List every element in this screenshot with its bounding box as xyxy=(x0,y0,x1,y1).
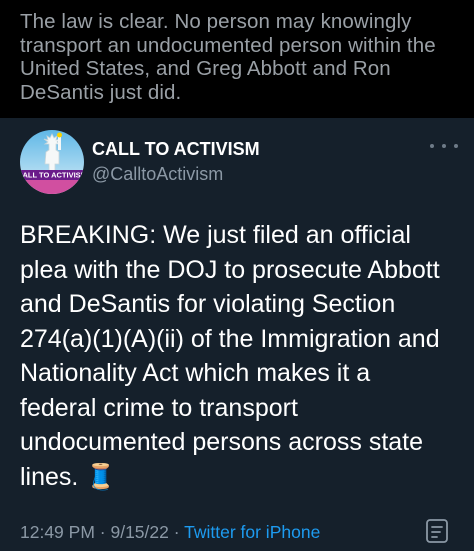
tweet-card: CALL TO ACTIVISM CALL TO ACTIVISM @Callt… xyxy=(0,118,474,551)
tweet-time[interactable]: 12:49 PM xyxy=(20,522,95,542)
tweet-analytics-icon[interactable] xyxy=(424,518,450,546)
more-dot xyxy=(442,144,446,148)
svg-text:CALL TO ACTIVISM: CALL TO ACTIVISM xyxy=(20,171,84,180)
tweet-meta: 12:49 PM · 9/15/22 · Twitter for iPhone xyxy=(20,521,320,543)
quoted-text-block: The law is clear. No person may knowingl… xyxy=(0,0,474,118)
more-dot xyxy=(454,144,458,148)
more-options-icon[interactable] xyxy=(430,138,458,154)
meta-separator: · xyxy=(99,522,106,542)
author-handle[interactable]: @CalltoActivism xyxy=(92,163,223,185)
analytics-icon-glyph xyxy=(426,519,448,543)
quoted-text: The law is clear. No person may knowingl… xyxy=(20,10,436,104)
author-display-name[interactable]: CALL TO ACTIVISM xyxy=(92,138,260,160)
avatar[interactable]: CALL TO ACTIVISM xyxy=(20,130,84,194)
tweet-text: BREAKING: We just filed an official plea… xyxy=(20,221,440,491)
screenshot-page: The law is clear. No person may knowingl… xyxy=(0,0,474,551)
meta-separator: · xyxy=(173,522,180,542)
avatar-image: CALL TO ACTIVISM xyxy=(20,130,84,194)
more-dot xyxy=(430,144,434,148)
tweet-date[interactable]: 9/15/22 xyxy=(110,522,168,542)
tweet-source-link[interactable]: Twitter for iPhone xyxy=(184,522,320,542)
